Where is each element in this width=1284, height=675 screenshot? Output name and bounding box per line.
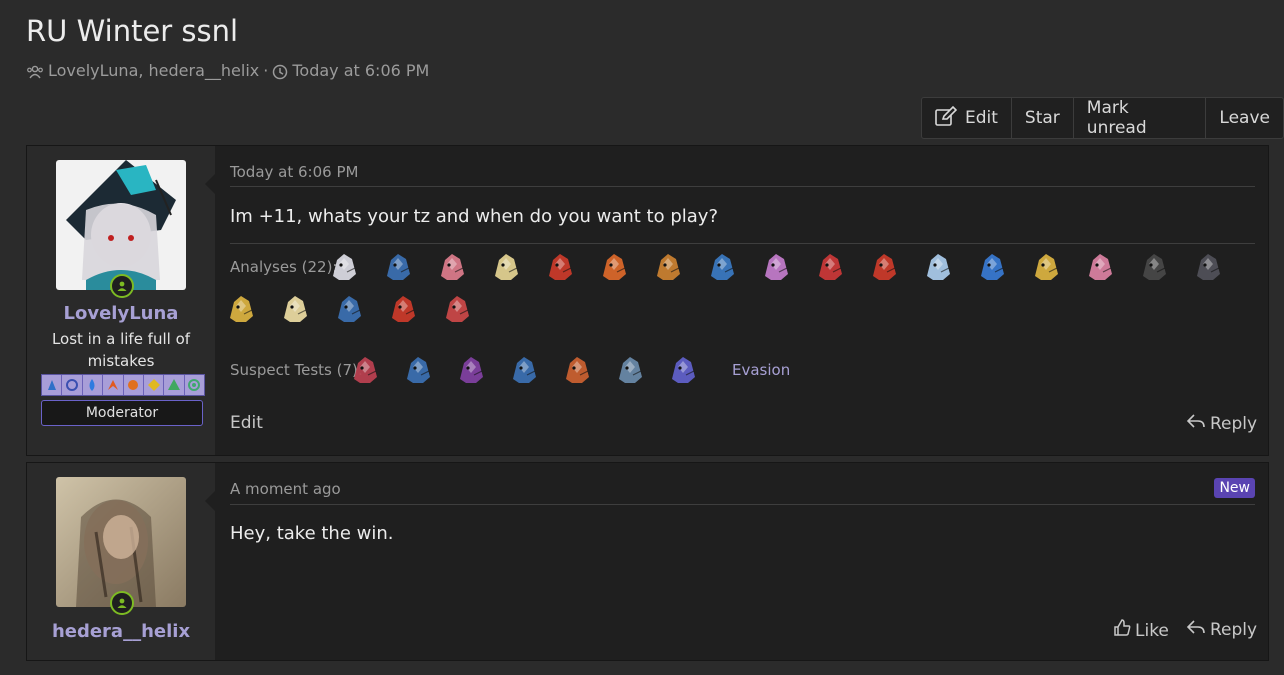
analysis-sprite-icon[interactable]	[1137, 250, 1171, 284]
analysis-sprite-icon[interactable]	[1083, 250, 1117, 284]
suspect-sprite-icon[interactable]	[613, 353, 647, 387]
divider	[230, 186, 1255, 187]
analysis-sprite-icon[interactable]	[386, 292, 420, 326]
message-post: hedera__helix A moment ago New Hey, take…	[26, 462, 1269, 661]
analysis-sprite-icon[interactable]	[705, 250, 739, 284]
suspect-sprites	[348, 353, 700, 387]
badge-icon	[62, 375, 83, 395]
suspect-sprite-icon[interactable]	[666, 353, 700, 387]
analysis-sprite-icon[interactable]	[759, 250, 793, 284]
avatar[interactable]	[56, 477, 186, 607]
message-date[interactable]: A moment ago	[230, 480, 341, 498]
analysis-sprite-icon[interactable]	[327, 250, 361, 284]
analysis-sprite-icon[interactable]	[1029, 250, 1063, 284]
suspect-sprite-icon[interactable]	[348, 353, 382, 387]
analysis-sprite-icon[interactable]	[435, 250, 469, 284]
clock-icon	[272, 61, 288, 80]
moderator-banner: Moderator	[41, 400, 203, 426]
message-user: LovelyLuna Lost in a life full of mistak…	[27, 146, 215, 455]
avatar[interactable]	[56, 160, 186, 290]
mark-unread-button[interactable]: Mark unread	[1072, 98, 1206, 138]
analysis-sprite-icon[interactable]	[224, 292, 258, 326]
analysis-sprite-icon[interactable]	[543, 250, 577, 284]
edit-post-button[interactable]: Edit	[230, 413, 263, 433]
analysis-sprite-icon[interactable]	[381, 250, 415, 284]
message-body: Hey, take the win.	[230, 523, 394, 544]
analysis-sprite-icon[interactable]	[440, 292, 474, 326]
badge-icon	[83, 375, 104, 395]
message-arrow	[205, 491, 215, 511]
suspect-label: Suspect Tests (7):	[230, 361, 363, 379]
analysis-sprite-icon[interactable]	[651, 250, 685, 284]
reply-label: Reply	[1210, 619, 1258, 640]
badge-icon	[103, 375, 124, 395]
thread-participants[interactable]: LovelyLuna, hedera__helix	[48, 61, 259, 80]
evasion-link[interactable]: Evasion	[732, 361, 790, 379]
user-title: Lost in a life full of mistakes	[51, 330, 191, 370]
badge-icon	[144, 375, 165, 395]
reply-icon	[1186, 619, 1206, 640]
message-arrow	[205, 174, 215, 194]
edit-thread-button[interactable]: Edit	[922, 98, 1011, 138]
message-body: Im +11, whats your tz and when do you wa…	[230, 206, 719, 227]
reply-icon	[1186, 413, 1206, 434]
thread-toolbar: Edit Star Mark unread Leave	[921, 97, 1284, 139]
like-button[interactable]: Like	[1113, 619, 1169, 642]
thread-meta: LovelyLuna, hedera__helix · Today at 6:0…	[26, 61, 429, 80]
reply-label: Reply	[1210, 413, 1258, 434]
badge-icon	[185, 375, 204, 395]
badge-icon	[42, 375, 63, 395]
analysis-sprite-icon[interactable]	[597, 250, 631, 284]
message-user: hedera__helix	[27, 463, 215, 660]
username[interactable]: LovelyLuna	[27, 303, 215, 324]
online-status-icon	[110, 274, 134, 298]
edit-thread-label: Edit	[965, 108, 998, 128]
analysis-sprite-icon[interactable]	[921, 250, 955, 284]
analysis-sprite-icon[interactable]	[1191, 250, 1225, 284]
reply-button[interactable]: Reply	[1186, 413, 1257, 434]
analysis-sprite-icon[interactable]	[332, 292, 366, 326]
analysis-sprite-icon[interactable]	[813, 250, 847, 284]
username[interactable]: hedera__helix	[27, 621, 215, 642]
analysis-sprite-icon[interactable]	[489, 250, 523, 284]
signature-divider	[230, 243, 1255, 244]
suspect-sprite-icon[interactable]	[560, 353, 594, 387]
thumbs-up-icon	[1113, 619, 1131, 642]
new-badge: New	[1214, 478, 1255, 498]
reply-button[interactable]: Reply	[1186, 619, 1257, 640]
user-badges	[41, 374, 205, 396]
message-main: Today at 6:06 PM Im +11, whats your tz a…	[215, 146, 1268, 455]
badge-icon	[164, 375, 185, 395]
suspect-sprite-icon[interactable]	[401, 353, 435, 387]
message-date[interactable]: Today at 6:06 PM	[230, 163, 358, 181]
analysis-sprite-icon[interactable]	[975, 250, 1009, 284]
suspect-sprite-icon[interactable]	[454, 353, 488, 387]
message-main: A moment ago New Hey, take the win. Like…	[215, 463, 1268, 660]
analysis-sprite-icon[interactable]	[867, 250, 901, 284]
thread-title: RU Winter ssnl	[26, 14, 239, 48]
analyses-sprites-row2	[224, 292, 474, 326]
leave-button[interactable]: Leave	[1205, 98, 1283, 138]
star-button[interactable]: Star	[1010, 98, 1073, 138]
badge-icon	[124, 375, 144, 395]
analyses-label: Analyses (22):	[230, 258, 338, 276]
like-label: Like	[1135, 620, 1169, 641]
thread-time[interactable]: Today at 6:06 PM	[292, 61, 429, 80]
analyses-sprites	[327, 250, 1225, 284]
participants-icon	[26, 61, 44, 80]
suspect-sprite-icon[interactable]	[507, 353, 541, 387]
meta-separator: ·	[263, 61, 269, 80]
online-status-icon	[110, 591, 134, 615]
divider	[230, 504, 1255, 505]
message-post: LovelyLuna Lost in a life full of mistak…	[26, 145, 1269, 456]
analysis-sprite-icon[interactable]	[278, 292, 312, 326]
edit-icon	[935, 105, 965, 131]
